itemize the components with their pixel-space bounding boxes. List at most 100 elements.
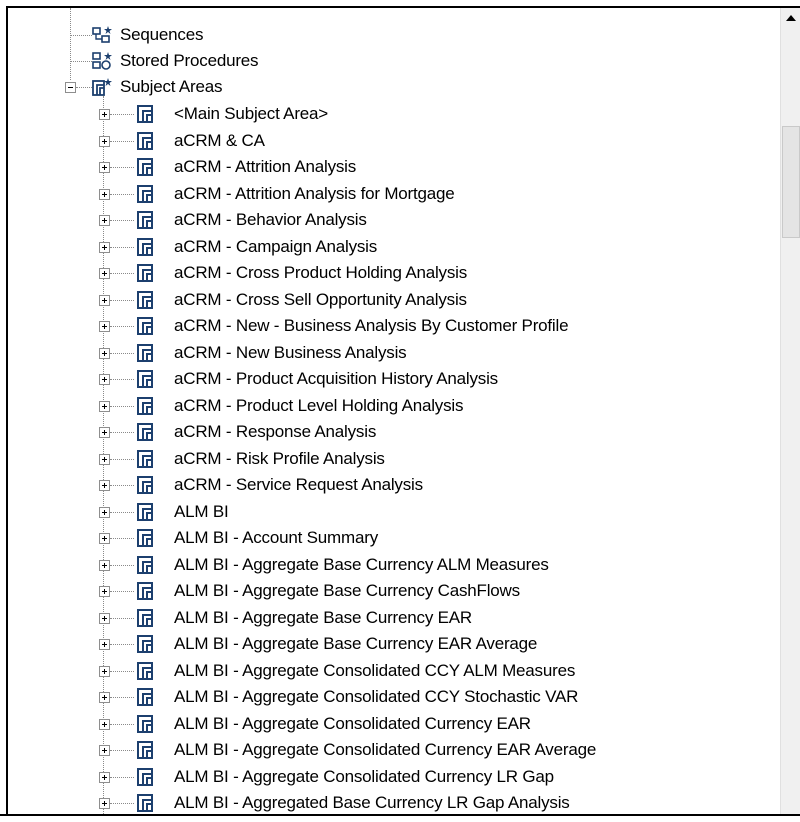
- subject-area-label: ALM BI - Account Summary: [174, 528, 378, 547]
- subject-area-icon: [137, 423, 153, 441]
- expand-toggle-icon[interactable]: [99, 665, 110, 677]
- expand-toggle-icon[interactable]: [99, 162, 110, 173]
- object-tree[interactable]: Sequences Stored Procedures Subject Area…: [8, 8, 776, 814]
- scroll-thumb[interactable]: [782, 126, 800, 238]
- expand-toggle-icon[interactable]: [99, 215, 110, 226]
- subject-area-item[interactable]: aCRM - Response Analysis: [8, 419, 768, 445]
- subject-area-item[interactable]: ALM BI - Aggregate Base Currency ALM Mea…: [8, 552, 768, 578]
- expand-toggle-icon[interactable]: [99, 771, 110, 783]
- subject-area-item[interactable]: aCRM - Cross Sell Opportunity Analysis: [8, 287, 768, 313]
- subject-area-label: ALM BI - Aggregate Base Currency EAR Ave…: [174, 634, 538, 653]
- expand-toggle-icon[interactable]: [99, 718, 110, 730]
- expand-toggle-icon[interactable]: [99, 427, 110, 438]
- expand-toggle-icon[interactable]: [99, 586, 110, 597]
- subject-area-label: aCRM - Product Level Holding Analysis: [174, 395, 464, 415]
- expand-toggle-icon[interactable]: [99, 453, 110, 465]
- subject-area-item[interactable]: aCRM - New - Business Analysis By Custom…: [8, 313, 768, 339]
- subject-area-label: aCRM - Product Acquisition History Analy…: [174, 369, 498, 388]
- expand-toggle-icon[interactable]: [99, 506, 110, 518]
- subject-area-icon: [137, 608, 153, 627]
- expand-toggle-icon[interactable]: [99, 321, 110, 332]
- expand-toggle-icon[interactable]: [99, 109, 110, 120]
- subject-area-item[interactable]: ALM BI - Aggregate Consolidated Currency…: [8, 711, 768, 737]
- subject-area-item[interactable]: ALM BI - Aggregate Base Currency CashFlo…: [8, 578, 768, 604]
- subject-area-item[interactable]: ALM BI: [8, 499, 768, 525]
- expand-toggle-icon[interactable]: [99, 745, 110, 756]
- subject-area-label: ALM BI - Aggregate Base Currency CashFlo…: [174, 581, 520, 600]
- subject-area-item[interactable]: aCRM - Product Level Holding Analysis: [8, 393, 768, 419]
- expand-toggle-icon[interactable]: [99, 374, 110, 385]
- subject-area-item[interactable]: aCRM & CA: [8, 128, 768, 154]
- subject-area-icon: [137, 582, 153, 600]
- subject-area-item[interactable]: aCRM - New Business Analysis: [8, 340, 768, 366]
- subject-area-icon: [137, 317, 153, 335]
- tree-item-sequences[interactable]: Sequences: [8, 22, 768, 48]
- subject-area-icon: [137, 290, 153, 309]
- scroll-up-arrow-icon[interactable]: [781, 8, 800, 28]
- expand-toggle-icon[interactable]: [99, 533, 110, 544]
- subject-area-item[interactable]: ALM BI - Aggregate Base Currency EAR: [8, 605, 768, 631]
- subject-area-label: aCRM - Response Analysis: [174, 422, 377, 441]
- subject-area-item[interactable]: ALM BI - Aggregate Consolidated CCY Stoc…: [8, 684, 768, 710]
- subject-area-icon: [137, 184, 153, 203]
- expand-toggle-icon[interactable]: [99, 347, 110, 359]
- subject-area-item[interactable]: ALM BI - Account Summary: [8, 525, 768, 551]
- subject-area-icon: [137, 370, 153, 388]
- subject-area-item[interactable]: ALM BI - Aggregate Consolidated CCY ALM …: [8, 658, 768, 684]
- subject-area-label: aCRM - Behavior Analysis: [174, 210, 367, 229]
- subject-area-item[interactable]: ALM BI - Aggregate Base Currency EAR Ave…: [8, 631, 768, 657]
- subject-area-icon: [137, 714, 153, 733]
- subject-area-label: ALM BI - Aggregate Consolidated Currency…: [174, 766, 554, 786]
- vertical-scrollbar[interactable]: [780, 8, 800, 814]
- subject-area-item[interactable]: aCRM - Product Acquisition History Analy…: [8, 366, 768, 392]
- subject-area-icon: [137, 264, 153, 282]
- expand-toggle-icon[interactable]: [99, 135, 110, 147]
- subject-area-icon: [137, 158, 153, 176]
- subject-area-icon: [137, 767, 153, 786]
- subject-area-label: aCRM - Risk Profile Analysis: [174, 448, 385, 468]
- subject-area-label: ALM BI - Aggregate Base Currency ALM Mea…: [174, 554, 549, 574]
- frame-border: [0, 814, 800, 816]
- expand-toggle-icon[interactable]: [99, 480, 110, 491]
- tree-item-subject-areas[interactable]: Subject Areas: [8, 74, 768, 100]
- subject-area-item[interactable]: aCRM - Cross Product Holding Analysis: [8, 260, 768, 286]
- subject-area-item[interactable]: ALM BI - Aggregated Base Currency LR Gap…: [8, 790, 768, 814]
- expand-toggle-icon[interactable]: [99, 612, 110, 624]
- tree-item-stored-procedures[interactable]: Stored Procedures: [8, 48, 768, 74]
- subject-area-label: ALM BI - Aggregate Consolidated Currency…: [174, 740, 597, 759]
- subject-area-icon: [137, 741, 153, 759]
- expand-toggle-icon[interactable]: [99, 559, 110, 571]
- subject-areas-icon: [92, 78, 112, 96]
- subject-area-icon: [137, 449, 153, 468]
- subject-area-item[interactable]: aCRM - Service Request Analysis: [8, 472, 768, 498]
- subject-area-label: ALM BI - Aggregated Base Currency LR Gap…: [174, 793, 570, 812]
- subject-area-icon: [137, 635, 153, 653]
- tree-guide-line: [70, 8, 71, 80]
- subject-area-icon: [137, 688, 153, 706]
- subject-area-item[interactable]: ALM BI - Aggregate Consolidated Currency…: [8, 737, 768, 763]
- tree-item-label: Stored Procedures: [120, 51, 259, 70]
- subject-area-item[interactable]: aCRM - Behavior Analysis: [8, 207, 768, 233]
- subject-area-item[interactable]: ALM BI - Aggregate Consolidated Currency…: [8, 764, 768, 790]
- subject-area-item[interactable]: <Main Subject Area>: [8, 101, 768, 127]
- subject-area-item[interactable]: aCRM - Risk Profile Analysis: [8, 446, 768, 472]
- subject-area-label: ALM BI - Aggregate Consolidated Currency…: [174, 713, 531, 733]
- expand-toggle-icon[interactable]: [99, 241, 110, 253]
- subject-area-label: aCRM & CA: [174, 130, 265, 150]
- expand-toggle-icon[interactable]: [99, 188, 110, 200]
- expand-toggle-icon[interactable]: [99, 268, 110, 279]
- subject-area-icon: [137, 555, 153, 574]
- subject-area-label: <Main Subject Area>: [174, 104, 329, 123]
- subject-area-item[interactable]: aCRM - Attrition Analysis for Mortgage: [8, 181, 768, 207]
- subject-area-label: aCRM - Attrition Analysis for Mortgage: [174, 183, 455, 203]
- subject-area-label: aCRM - New - Business Analysis By Custom…: [174, 316, 569, 335]
- subject-area-item[interactable]: aCRM - Attrition Analysis: [8, 154, 768, 180]
- collapse-toggle-icon[interactable]: [65, 82, 76, 93]
- expand-toggle-icon[interactable]: [99, 294, 110, 306]
- expand-toggle-icon[interactable]: [99, 798, 110, 809]
- expand-toggle-icon[interactable]: [99, 692, 110, 703]
- expand-toggle-icon[interactable]: [99, 400, 110, 412]
- subject-area-icon: [137, 661, 153, 680]
- expand-toggle-icon[interactable]: [99, 639, 110, 650]
- subject-area-item[interactable]: aCRM - Campaign Analysis: [8, 234, 768, 260]
